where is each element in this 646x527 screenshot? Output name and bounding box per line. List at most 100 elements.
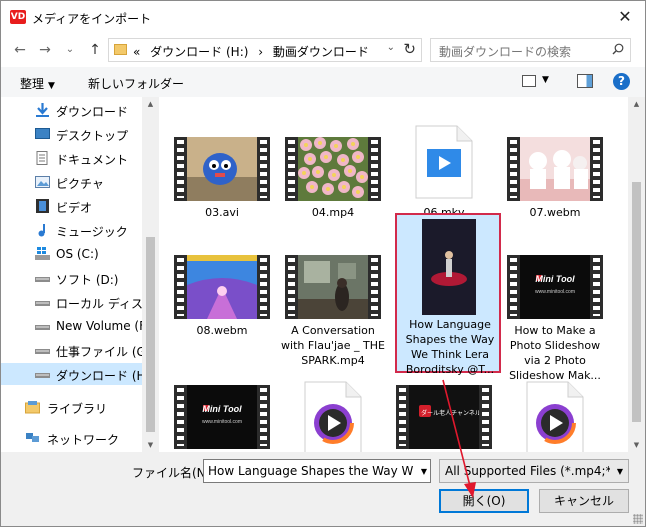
scroll-down-arrow[interactable]: ▼ xyxy=(628,438,645,452)
filename-field[interactable]: How Language Shapes the Way We Think Ler… xyxy=(203,459,431,483)
filename-dropdown-icon[interactable]: ▼ xyxy=(421,467,427,476)
video-thumbnail xyxy=(174,137,270,201)
folder-icon xyxy=(114,44,127,55)
sidebar-item[interactable]: ダウンロード (H:) xyxy=(1,363,142,385)
sidebar-item[interactable]: ソフト (D:) xyxy=(1,267,142,289)
organize-label: 整理 xyxy=(20,77,45,91)
file-item[interactable]: Mini Tool www.minitool.com xyxy=(169,385,275,452)
file-item[interactable]: Mini Tool www.minitool.com How to Make a P… xyxy=(502,255,608,382)
navigation-pane[interactable]: ダウンロード デスクトップ ドキュメントピクチャビデオミュージック OS (C:) ソフ… xyxy=(1,97,142,452)
sidebar-item-label: ダウンロード (H:) xyxy=(56,369,142,383)
new-folder-button[interactable]: 新しいフォルダー xyxy=(88,75,184,92)
search-box[interactable]: 動画ダウンロードの検索 xyxy=(430,38,631,62)
back-button[interactable]: ← xyxy=(11,41,29,59)
svg-text:www.minitool.com: www.minitool.com xyxy=(202,419,242,425)
recent-locations-button[interactable]: ⌄ xyxy=(61,41,79,59)
sidebar-item[interactable]: ピクチャ xyxy=(1,171,142,193)
sidebar-item[interactable]: OS (C:) xyxy=(1,243,142,265)
svg-text:Mini Tool: Mini Tool xyxy=(535,274,575,284)
download-icon xyxy=(35,103,50,117)
organize-button[interactable]: 整理 ▼ xyxy=(20,75,55,92)
file-name: How Language Shapes the Way We Think Ler… xyxy=(405,318,495,376)
address-dropdown-button[interactable]: ⌄ xyxy=(387,42,395,53)
breadcrumb-item-folder[interactable]: 動画ダウンロード xyxy=(273,45,369,59)
filename-value[interactable]: How Language Shapes the Way We Think Ler… xyxy=(208,464,413,478)
video-file-icon xyxy=(304,381,362,452)
scrollbar-thumb[interactable] xyxy=(632,182,641,422)
file-type-value[interactable]: All Supported Files (*.mp4;*.mkv;*.avi;*… xyxy=(445,464,610,478)
scroll-up-arrow[interactable]: ▲ xyxy=(142,97,159,111)
sidebar-item-label: ビデオ xyxy=(56,201,93,215)
sidebar-item[interactable]: ダウンロード xyxy=(1,99,142,121)
drive-icon xyxy=(35,295,50,309)
video-file-icon xyxy=(526,381,584,452)
forward-button[interactable]: → xyxy=(36,41,54,59)
sidebar-item[interactable]: New Volume (F:) xyxy=(1,315,142,337)
windows-drive-icon xyxy=(35,247,50,261)
address-bar[interactable]: « ダウンロード (H:) › 動画ダウンロード ⌄ ↻ xyxy=(108,38,422,62)
content-area: ダウンロード デスクトップ ドキュメントピクチャビデオミュージック OS (C:) ソフ… xyxy=(1,97,645,452)
navigation-bar: ← → ⌄ ↑ « ダウンロード (H:) › 動画ダウンロード ⌄ ↻ 動画ダ… xyxy=(1,33,645,67)
cancel-button[interactable]: キャンセル xyxy=(539,489,629,513)
sidebar-item[interactable]: 仕事ファイル (G:) xyxy=(1,339,142,361)
video-thumbnail xyxy=(285,137,381,201)
video-thumbnail: ダール老人チャンネル xyxy=(396,385,492,449)
sidebar-item[interactable]: ライブラリ xyxy=(1,396,142,418)
scroll-up-arrow[interactable]: ▲ xyxy=(628,97,645,111)
sidebar-item[interactable]: ローカル ディスク (E xyxy=(1,291,142,313)
file-name: 04.mp4 xyxy=(311,206,355,219)
file-item[interactable] xyxy=(502,381,608,452)
scroll-down-arrow[interactable]: ▼ xyxy=(142,438,159,452)
sidebar-item-label: ピクチャ xyxy=(56,177,104,191)
help-icon[interactable]: ? xyxy=(613,73,630,90)
open-button[interactable]: 開く(O) xyxy=(439,489,529,513)
file-name: 08.webm xyxy=(196,324,248,337)
dialog-footer: ファイル名(N): How Language Shapes the Way We… xyxy=(1,452,645,526)
file-item[interactable]: How Language Shapes the Way We Think Ler… xyxy=(395,213,501,376)
sidebar-item[interactable]: ミュージック xyxy=(1,219,142,241)
sidebar-item[interactable]: ビデオ xyxy=(1,195,142,217)
search-icon[interactable] xyxy=(612,43,624,55)
view-options-dropdown[interactable]: ▼ xyxy=(542,75,549,85)
breadcrumb-separator[interactable]: › xyxy=(258,45,263,59)
scrollbar-thumb[interactable] xyxy=(146,237,155,432)
file-type-select[interactable]: All Supported Files (*.mp4;*.mkv;*.avi;*… xyxy=(439,459,629,483)
video-thumbnail xyxy=(422,219,476,315)
video-thumbnail xyxy=(507,137,603,201)
file-item[interactable]: 03.avi xyxy=(169,137,275,247)
video-thumbnail: Mini Tool www.minitool.com xyxy=(174,385,270,449)
sidebar-item-label: ソフト (D:) xyxy=(56,273,119,287)
video-thumbnail: Mini Tool www.minitool.com xyxy=(507,255,603,319)
preview-pane-icon[interactable] xyxy=(577,74,593,88)
sidebar-item-label: ネットワーク xyxy=(47,433,120,447)
up-button[interactable]: ↑ xyxy=(86,41,104,59)
sidebar-item-label: ミュージック xyxy=(56,225,128,239)
chevron-down-icon[interactable]: ▼ xyxy=(617,467,623,476)
search-input[interactable]: 動画ダウンロードの検索 xyxy=(439,43,571,60)
file-list[interactable]: 03.avi04.mp406.mkv07.webm08.webmA Conver… xyxy=(159,97,628,452)
file-item[interactable]: 07.webm xyxy=(502,137,608,247)
refresh-button[interactable]: ↻ xyxy=(403,40,416,58)
pictures-icon xyxy=(35,175,50,189)
file-item[interactable]: 04.mp4 xyxy=(280,137,386,247)
file-item[interactable]: A Conversation with Flau'jae _ THE SPARK… xyxy=(280,255,386,367)
video-thumbnail xyxy=(285,255,381,319)
video-file-icon xyxy=(415,125,473,199)
file-item[interactable] xyxy=(280,381,386,452)
file-name: 07.webm xyxy=(529,206,581,219)
change-view-icon[interactable] xyxy=(522,75,536,87)
breadcrumb-overflow[interactable]: « xyxy=(133,45,140,59)
breadcrumb-item-drive[interactable]: ダウンロード (H:) xyxy=(150,45,248,59)
file-list-scrollbar[interactable]: ▲ ▼ xyxy=(628,97,645,452)
file-item[interactable]: ダール老人チャンネル xyxy=(391,385,497,452)
svg-text:www.minitool.com: www.minitool.com xyxy=(535,289,575,295)
sidebar-item[interactable]: デスクトップ xyxy=(1,123,142,145)
video-icon xyxy=(35,199,50,213)
sidebar-item[interactable]: ドキュメント xyxy=(1,147,142,169)
sidebar-item[interactable]: ネットワーク xyxy=(1,427,142,449)
resize-grip[interactable] xyxy=(633,514,643,524)
sidebar-item-label: OS (C:) xyxy=(56,247,99,261)
navigation-pane-scrollbar[interactable]: ▲ ▼ xyxy=(142,97,159,452)
close-button[interactable]: ✕ xyxy=(613,5,637,29)
file-item[interactable]: 08.webm xyxy=(169,255,275,365)
